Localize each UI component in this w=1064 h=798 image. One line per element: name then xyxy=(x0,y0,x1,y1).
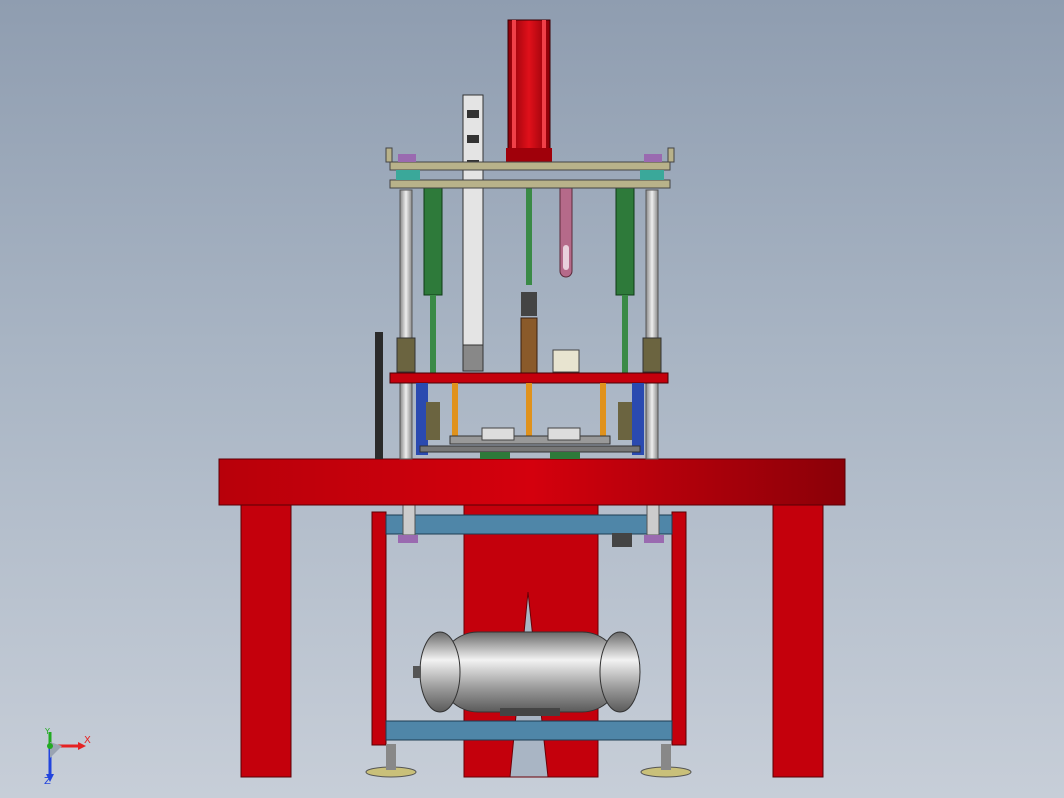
axis-x-label: X xyxy=(84,735,91,746)
support-rods xyxy=(452,383,606,438)
side-post xyxy=(375,332,383,459)
table-top xyxy=(218,458,846,506)
main-press-cylinder xyxy=(506,19,552,164)
cad-viewport[interactable]: X Z Y xyxy=(0,0,1064,798)
axis-z-label: Z xyxy=(44,776,51,787)
press-rod xyxy=(520,292,580,374)
handle-bracket xyxy=(559,181,573,278)
axis-y-label: Y xyxy=(45,727,50,736)
moving-plate xyxy=(389,372,669,384)
linear-rail xyxy=(462,94,484,372)
air-tank xyxy=(413,631,641,716)
machine-assembly-model[interactable] xyxy=(0,0,1064,798)
